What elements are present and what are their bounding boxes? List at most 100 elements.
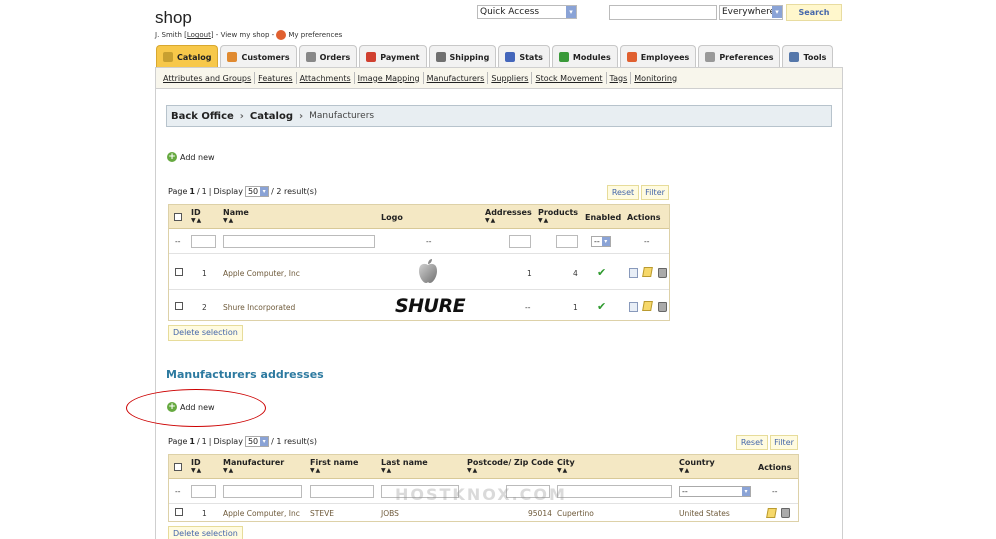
delete-icon[interactable] [781,508,790,518]
manufacturer-filter-input[interactable] [223,485,302,498]
tab-tools[interactable]: Tools [782,45,834,68]
row-last-name: JOBS [381,509,399,518]
tab-label: Employees [640,52,690,62]
edit-icon[interactable] [642,267,653,277]
id-filter-input[interactable] [191,485,216,498]
delete-icon[interactable] [658,302,667,312]
display-count-select[interactable]: 50 ▾ [244,186,270,197]
table-header: ID ▼▲ Manufacturer ▼▲ First name ▼▲ Last na… [169,455,798,479]
table-header: ID ▼▲ Name ▼▲ Logo Addresses ▼▲ Products ▼▲ … [169,205,669,229]
breadcrumb-section[interactable]: Catalog [250,111,293,122]
view-icon[interactable] [629,302,638,312]
subnav-link-attributes-and-groups[interactable]: Attributes and Groups [160,74,254,83]
city-filter-input[interactable] [557,485,672,498]
row-checkbox[interactable] [175,508,183,516]
tab-catalog[interactable]: Catalog [156,45,219,68]
subnav-link-suppliers[interactable]: Suppliers [488,74,531,83]
enabled-check-icon[interactable]: ✔ [597,266,606,279]
edit-icon[interactable] [766,508,777,518]
reset-button[interactable]: Reset [736,435,768,450]
subnav-link-monitoring[interactable]: Monitoring [631,74,680,83]
watermark-logo: HOSTKNOX.COM [395,485,567,504]
addresses-pagination: Page 1/ 1 | Display 50 ▾ / 1 result(s) [168,436,318,447]
tab-label: Shipping [449,52,490,62]
subnav-link-attachments[interactable]: Attachments [297,74,354,83]
search-scope-select[interactable]: Everywhere ▾ [719,5,783,20]
view-shop-link[interactable]: View my shop [221,31,270,39]
subnav-link-stock-movement[interactable]: Stock Movement [532,74,605,83]
tab-preferences[interactable]: Preferences [698,45,781,68]
delete-selection-button[interactable]: Delete selection [168,526,243,539]
logout-link[interactable]: Logout [187,31,211,39]
country-filter-select[interactable]: -- ▾ [679,486,751,497]
logo-filter-placeholder: -- [426,237,432,246]
add-address-button[interactable]: + Add new [167,402,215,412]
page-label: Page [168,187,188,196]
tab-payment[interactable]: Payment [359,45,427,68]
quick-access-select[interactable]: Quick Access ▾ [477,5,577,19]
row-id: 1 [202,509,207,518]
id-filter-input[interactable] [191,235,216,248]
row-postcode: 95014 [528,509,552,518]
addresses-filter-input[interactable] [509,235,531,248]
chevron-down-icon: ▾ [566,6,576,18]
name-filter-input[interactable] [223,235,375,248]
breadcrumb-root[interactable]: Back Office [171,111,234,122]
column-header[interactable]: First name ▼▲ [310,458,358,474]
row-name: Shure Incorporated [223,303,296,312]
page-label: Page [168,437,188,446]
column-header[interactable]: Postcode/ Zip Code ▼▲ [467,458,554,474]
filter-button[interactable]: Filter [770,435,798,450]
row-checkbox[interactable] [175,302,183,310]
tab-modules[interactable]: Modules [551,45,618,68]
display-count-select[interactable]: 50 ▾ [244,436,270,447]
employees-icon [626,52,637,62]
tab-stats[interactable]: Stats [498,45,550,68]
add-icon: + [167,402,177,412]
view-icon[interactable] [629,268,638,278]
column-header[interactable]: Products ▼▲ [538,208,578,224]
enabled-filter-value: -- [594,237,600,246]
row-id: 2 [202,303,207,312]
stats-icon [505,52,516,62]
column-header[interactable]: Manufacturer ▼▲ [223,458,284,474]
column-header[interactable]: Name ▼▲ [223,208,249,224]
column-header[interactable]: ID ▼▲ [191,458,202,474]
column-header[interactable]: Country ▼▲ [679,458,715,474]
preferences-link[interactable]: My preferences [288,31,342,39]
row-checkbox[interactable] [175,268,183,276]
enabled-check-icon[interactable]: ✔ [597,300,606,313]
select-all-checkbox[interactable] [174,213,182,221]
filter-placeholder: -- [175,237,181,246]
table-row[interactable]: 1 Apple Computer, Inc STEVE JOBS 95014 C… [169,505,798,522]
products-filter-input[interactable] [556,235,578,248]
column-header[interactable]: Addresses ▼▲ [485,208,532,224]
results-count: / 1 result(s) [271,437,318,446]
tab-label: Tools [803,52,827,62]
column-header[interactable]: ID ▼▲ [191,208,202,224]
column-header[interactable]: City ▼▲ [557,458,575,474]
select-all-checkbox[interactable] [174,463,182,471]
catalog-icon [163,52,173,62]
enabled-filter-select[interactable]: -- ▾ [591,236,611,247]
column-header[interactable]: Last name ▼▲ [381,458,428,474]
edit-icon[interactable] [642,301,653,311]
delete-selection-button[interactable]: Delete selection [168,325,243,341]
filter-button[interactable]: Filter [641,185,669,200]
payment-icon [366,52,377,62]
tab-orders[interactable]: Orders [298,45,358,68]
add-manufacturer-button[interactable]: + Add new [167,152,215,162]
subnav-link-tags[interactable]: Tags [607,74,631,83]
search-button[interactable]: Search [786,4,842,21]
subnav-link-image-mapping[interactable]: Image Mapping [355,74,423,83]
search-input[interactable] [609,5,717,20]
reset-button[interactable]: Reset [607,185,639,200]
tab-employees[interactable]: Employees [619,45,697,68]
subnav-link-manufacturers[interactable]: Manufacturers [424,74,488,83]
subnav-link-features[interactable]: Features [255,74,295,83]
first-name-filter-input[interactable] [310,485,374,498]
tab-shipping[interactable]: Shipping [428,45,497,68]
delete-icon[interactable] [658,268,667,278]
tab-customers[interactable]: Customers [220,45,297,68]
manufacturers-pagination: Page 1/ 1 | Display 50 ▾ / 2 result(s) [168,186,318,197]
